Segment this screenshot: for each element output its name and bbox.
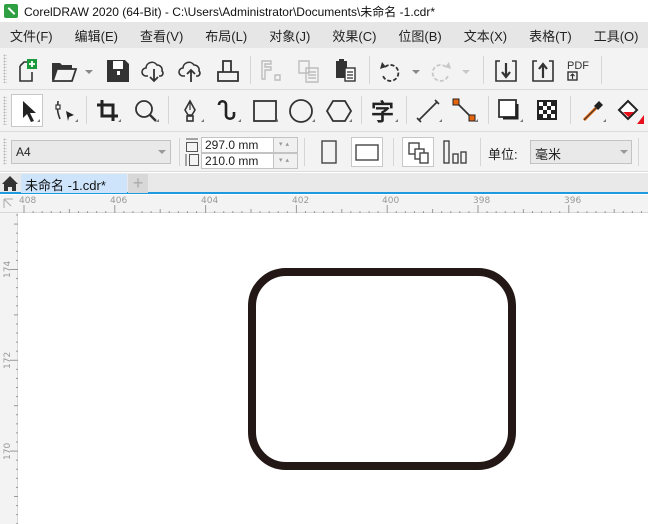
landscape-orientation-button[interactable] xyxy=(351,137,383,167)
new-tab-button[interactable]: + xyxy=(128,174,148,193)
page-size-dropdown-icon xyxy=(158,150,166,154)
text-tool-glyph: 字 xyxy=(371,99,394,124)
unit-select[interactable]: 毫米 xyxy=(530,140,632,164)
menu-table[interactable]: 表格(T) xyxy=(518,26,583,45)
cloud-upload-icon[interactable] xyxy=(178,58,204,84)
toolbox-grip[interactable] xyxy=(3,96,7,125)
home-icon[interactable] xyxy=(1,175,19,192)
import-icon[interactable] xyxy=(493,58,519,84)
open-dropdown-icon[interactable] xyxy=(85,70,93,74)
page-size-value: A4 xyxy=(16,145,31,159)
menu-object[interactable]: 对象(J) xyxy=(258,26,321,45)
vertical-ruler-ticks xyxy=(10,214,18,524)
title-bar: CorelDRAW 2020 (64-Bit) - C:\Users\Admin… xyxy=(0,0,648,22)
pen-tool-icon[interactable] xyxy=(178,98,204,124)
open-folder-icon[interactable] xyxy=(50,58,78,84)
page-width-spinner[interactable]: ▾▴ xyxy=(274,137,298,153)
page-height-icon xyxy=(185,153,199,167)
drawing-canvas[interactable] xyxy=(19,213,648,524)
save-icon[interactable] xyxy=(105,58,131,84)
redo-dropdown-icon[interactable] xyxy=(462,70,470,74)
pdf-export-icon[interactable]: PDF xyxy=(566,58,594,84)
eyedropper-icon[interactable] xyxy=(580,98,606,124)
menu-file[interactable]: 文件(F) xyxy=(0,26,64,45)
menu-bar: 文件(F) 编辑(E) 查看(V) 布局(L) 对象(J) 效果(C) 位图(B… xyxy=(0,22,648,48)
unit-dropdown-icon xyxy=(620,150,628,154)
cut-icon[interactable] xyxy=(259,58,285,84)
portrait-orientation-icon[interactable] xyxy=(320,140,338,164)
document-tab[interactable]: 未命名 -1.cdr* xyxy=(21,174,127,193)
horizontal-ruler[interactable]: 408 406 404 402 400 398 396 xyxy=(0,195,648,213)
shape-tool-icon[interactable] xyxy=(52,98,78,124)
undo-icon[interactable] xyxy=(377,58,403,84)
all-pages-icon xyxy=(407,141,431,165)
toolbar-grip[interactable] xyxy=(3,54,7,83)
document-tab-bar: 未命名 -1.cdr* + xyxy=(0,173,648,194)
pick-tool-icon[interactable] xyxy=(16,98,40,124)
page-size-select[interactable]: A4 xyxy=(11,140,171,164)
print-icon[interactable] xyxy=(215,58,241,84)
menu-view[interactable]: 查看(V) xyxy=(129,26,194,45)
copy-icon[interactable] xyxy=(296,58,322,84)
artistic-media-icon[interactable] xyxy=(215,98,241,124)
zoom-tool-icon[interactable] xyxy=(133,98,159,124)
export-icon[interactable] xyxy=(530,58,556,84)
unit-label: 单位: xyxy=(488,147,518,162)
interactive-fill-icon[interactable] xyxy=(616,98,644,124)
menu-layout[interactable]: 布局(L) xyxy=(194,26,258,45)
page-width-icon xyxy=(185,138,199,152)
standard-toolbar: PDF 1200% xyxy=(0,48,648,130)
vertical-ruler[interactable]: 174 172 170 xyxy=(0,213,18,524)
coreldraw-logo-icon xyxy=(4,4,18,18)
rectangle-tool-icon[interactable] xyxy=(252,98,278,124)
redo-icon[interactable] xyxy=(428,58,454,84)
horizontal-ruler-ticks xyxy=(23,205,642,213)
menu-tools[interactable]: 工具(O) xyxy=(583,26,648,45)
cloud-download-icon[interactable] xyxy=(141,58,167,84)
drop-shadow-icon[interactable] xyxy=(497,98,523,124)
landscape-orientation-icon xyxy=(355,144,379,161)
all-pages-button[interactable] xyxy=(402,137,434,167)
page-height-input[interactable]: 210.0 mm xyxy=(201,153,274,169)
unit-value: 毫米 xyxy=(535,147,562,162)
transparency-icon[interactable] xyxy=(535,98,561,124)
polygon-tool-icon[interactable] xyxy=(326,98,352,124)
new-document-icon[interactable] xyxy=(14,58,40,84)
undo-dropdown-icon[interactable] xyxy=(412,70,420,74)
text-tool-icon[interactable]: 字 xyxy=(370,98,398,124)
window-title: CorelDRAW 2020 (64-Bit) - C:\Users\Admin… xyxy=(24,4,435,19)
current-page-icon[interactable] xyxy=(442,140,468,164)
crop-tool-icon[interactable] xyxy=(95,98,121,124)
paste-icon[interactable] xyxy=(333,58,359,84)
page-height-spinner[interactable]: ▾▴ xyxy=(274,153,298,169)
page-width-input[interactable]: 297.0 mm xyxy=(201,137,274,153)
menu-edit[interactable]: 编辑(E) xyxy=(64,26,129,45)
ellipse-tool-icon[interactable] xyxy=(289,98,315,124)
menu-effects[interactable]: 效果(C) xyxy=(321,26,387,45)
connector-tool-icon[interactable] xyxy=(452,98,478,124)
property-bar-grip[interactable] xyxy=(3,138,7,165)
dimension-tool-icon[interactable] xyxy=(416,98,442,124)
pdf-label: PDF xyxy=(567,60,589,72)
menu-text[interactable]: 文本(X) xyxy=(453,26,518,45)
menu-bitmap[interactable]: 位图(B) xyxy=(387,26,452,45)
